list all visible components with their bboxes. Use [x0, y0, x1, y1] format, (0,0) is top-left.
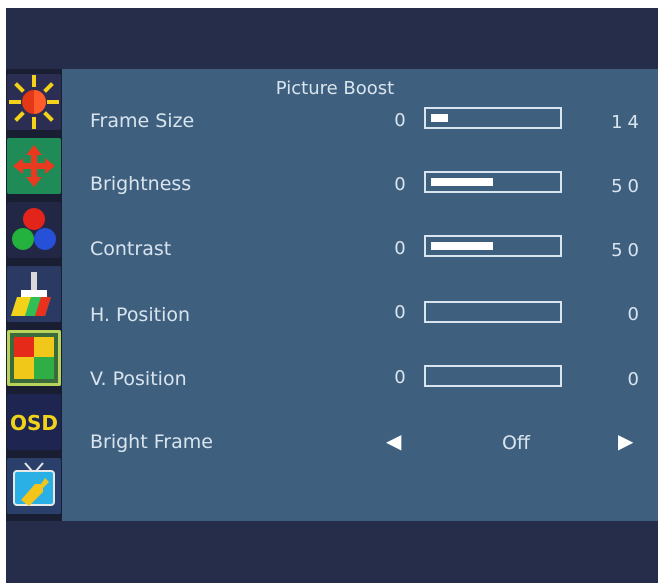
menu-title: Picture Boost [275, 78, 395, 99]
bright-frame-left-arrow[interactable]: ◀ [386, 429, 401, 453]
h-position-value: 0 [627, 304, 644, 325]
osd-icon-sidebar: OSD [6, 69, 62, 521]
contrast-min: 0 [394, 238, 406, 259]
bright-frame-right-arrow[interactable]: ▶ [618, 429, 633, 453]
v-position-min: 0 [394, 367, 406, 388]
osd-icon-label: OSD [10, 411, 58, 435]
tv-settings-icon[interactable] [7, 458, 61, 514]
brightness-min: 0 [394, 174, 406, 195]
osd-menu-panel [62, 69, 658, 521]
bright-frame-label: Bright Frame [90, 431, 213, 453]
picture-boost-icon[interactable] [7, 330, 61, 386]
v-position-value: 0 [627, 369, 644, 390]
frame-size-slider[interactable] [424, 107, 562, 129]
contrast-value: 50 [611, 240, 644, 261]
v-position-slider[interactable] [424, 365, 562, 387]
osd-icon[interactable]: OSD [7, 394, 61, 450]
brightness-slider[interactable] [424, 171, 562, 193]
brightness-icon[interactable] [7, 74, 61, 130]
frame-size-label: Frame Size [90, 110, 195, 132]
v-position-label: V. Position [90, 368, 187, 390]
contrast-label: Contrast [90, 238, 172, 260]
h-position-label: H. Position [90, 304, 191, 326]
contrast-slider[interactable] [424, 235, 562, 257]
contrast-fill [431, 242, 493, 250]
color-icon[interactable] [7, 202, 61, 258]
frame-size-min: 0 [394, 110, 406, 131]
paint-icon[interactable] [7, 266, 61, 322]
h-position-slider[interactable] [424, 301, 562, 323]
bright-frame-value: Off [501, 432, 531, 454]
brightness-value: 50 [611, 176, 644, 197]
brightness-fill [431, 178, 493, 186]
frame-size-value: 14 [611, 112, 644, 133]
position-icon[interactable] [7, 138, 61, 194]
frame-size-fill [431, 114, 448, 122]
h-position-min: 0 [394, 302, 406, 323]
brightness-label: Brightness [90, 173, 192, 195]
